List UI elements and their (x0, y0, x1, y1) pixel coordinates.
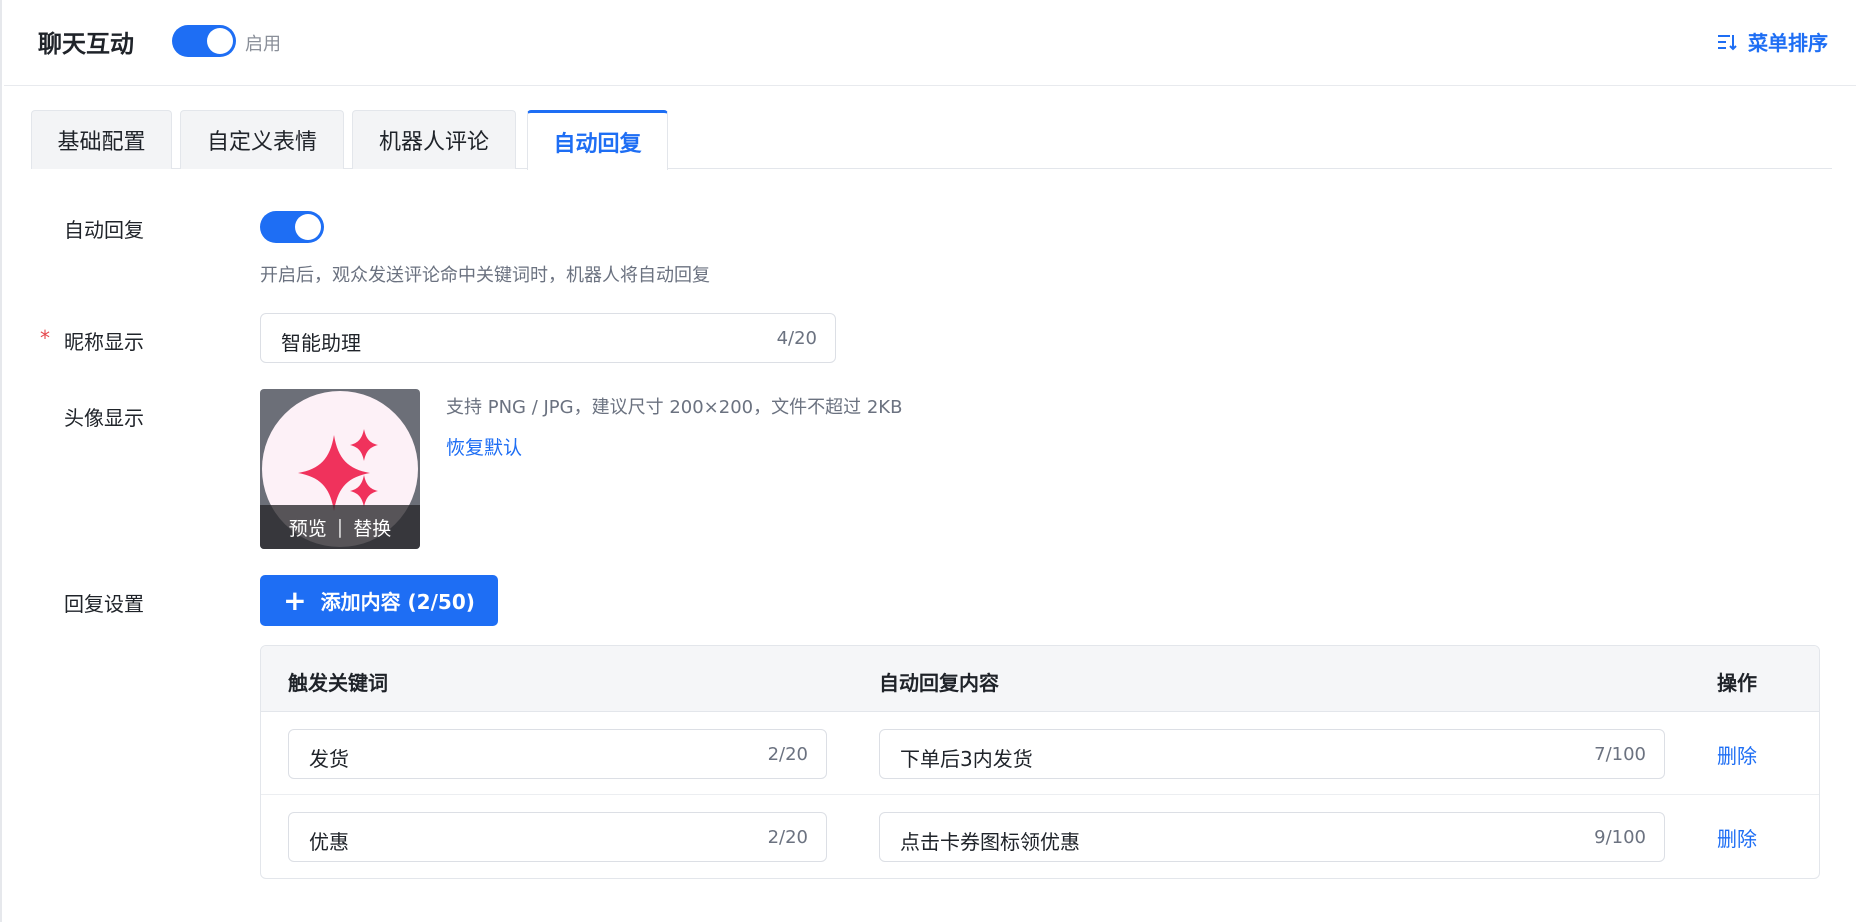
delete-link[interactable]: 删除 (1717, 740, 1757, 769)
table-row: 发货 2/20 下单后3内发货 7/100 删除 (261, 712, 1819, 795)
page-frame: 聊天互动 启用 菜单排序 基础配置 自定义表情 机器人评论 自动回复 自动回复 … (0, 0, 1856, 922)
reply-settings-label: 回复设置 (64, 592, 144, 616)
menu-sort-label: 菜单排序 (1748, 31, 1828, 55)
toggle-knob (207, 28, 233, 54)
reply-table: 触发关键词 自动回复内容 操作 发货 2/20 下单后3内发货 7/100 删除… (260, 645, 1820, 879)
page-title: 聊天互动 (38, 30, 134, 58)
add-content-label: 添加内容 (2/50) (320, 590, 475, 614)
action-column-header: 操作 (1717, 671, 1757, 695)
avatar-hint: 支持 PNG / JPG，建议尺寸 200×200，文件不超过 2KB (446, 397, 903, 418)
page-header: 聊天互动 启用 菜单排序 (4, 0, 1856, 86)
reply-content-value: 下单后3内发货 (900, 747, 1033, 771)
auto-reply-toggle[interactable] (260, 211, 324, 243)
plus-icon: + (283, 583, 307, 617)
keyword-input[interactable]: 发货 2/20 (288, 729, 827, 779)
tab-robot-comment[interactable]: 机器人评论 (352, 110, 516, 169)
add-content-button[interactable]: + 添加内容 (2/50) (260, 575, 498, 626)
reply-content-char-count: 7/100 (1594, 744, 1646, 765)
enable-toggle-label: 启用 (245, 34, 281, 55)
nickname-value: 智能助理 (281, 331, 361, 355)
required-mark: * (40, 326, 50, 350)
keyword-value: 优惠 (309, 830, 349, 854)
reply-content-input[interactable]: 点击卡券图标领优惠 9/100 (879, 812, 1665, 862)
avatar-replace-link[interactable]: 替换 (353, 514, 391, 541)
nickname-input[interactable]: 智能助理 4/20 (260, 313, 836, 363)
table-header: 触发关键词 自动回复内容 操作 (261, 646, 1819, 712)
keyword-char-count: 2/20 (767, 827, 808, 848)
tab-custom-emoji[interactable]: 自定义表情 (180, 110, 344, 169)
nickname-char-count: 4/20 (776, 328, 817, 349)
auto-reply-label: 自动回复 (64, 218, 144, 242)
avatar-actions: 预览 | 替换 (260, 505, 420, 549)
keyword-column-header: 触发关键词 (288, 671, 388, 695)
tab-auto-reply[interactable]: 自动回复 (527, 110, 668, 170)
avatar-upload[interactable]: 预览 | 替换 (260, 389, 420, 549)
reset-default-link[interactable]: 恢复默认 (446, 433, 522, 460)
toggle-knob (295, 214, 321, 240)
avatar-preview-link[interactable]: 预览 (289, 514, 327, 541)
tab-bar: 基础配置 自定义表情 机器人评论 自动回复 (31, 110, 1832, 170)
avatar-label: 头像显示 (64, 406, 144, 430)
keyword-char-count: 2/20 (767, 744, 808, 765)
auto-reply-hint: 开启后，观众发送评论命中关键词时，机器人将自动回复 (260, 265, 710, 286)
enable-toggle[interactable] (172, 25, 236, 57)
reply-content-value: 点击卡券图标领优惠 (900, 830, 1080, 854)
sort-icon (1718, 34, 1737, 50)
delete-link[interactable]: 删除 (1717, 823, 1757, 852)
table-row: 优惠 2/20 点击卡券图标领优惠 9/100 删除 (261, 795, 1819, 878)
tab-basic-config[interactable]: 基础配置 (31, 110, 172, 169)
keyword-input[interactable]: 优惠 2/20 (288, 812, 827, 862)
nickname-label: 昵称显示 (64, 330, 144, 354)
reply-content-char-count: 9/100 (1594, 827, 1646, 848)
keyword-value: 发货 (309, 747, 349, 771)
avatar-actions-divider: | (336, 516, 344, 538)
reply-content-input[interactable]: 下单后3内发货 7/100 (879, 729, 1665, 779)
menu-sort-button[interactable]: 菜单排序 (1716, 27, 1828, 56)
content-column-header: 自动回复内容 (879, 671, 999, 695)
